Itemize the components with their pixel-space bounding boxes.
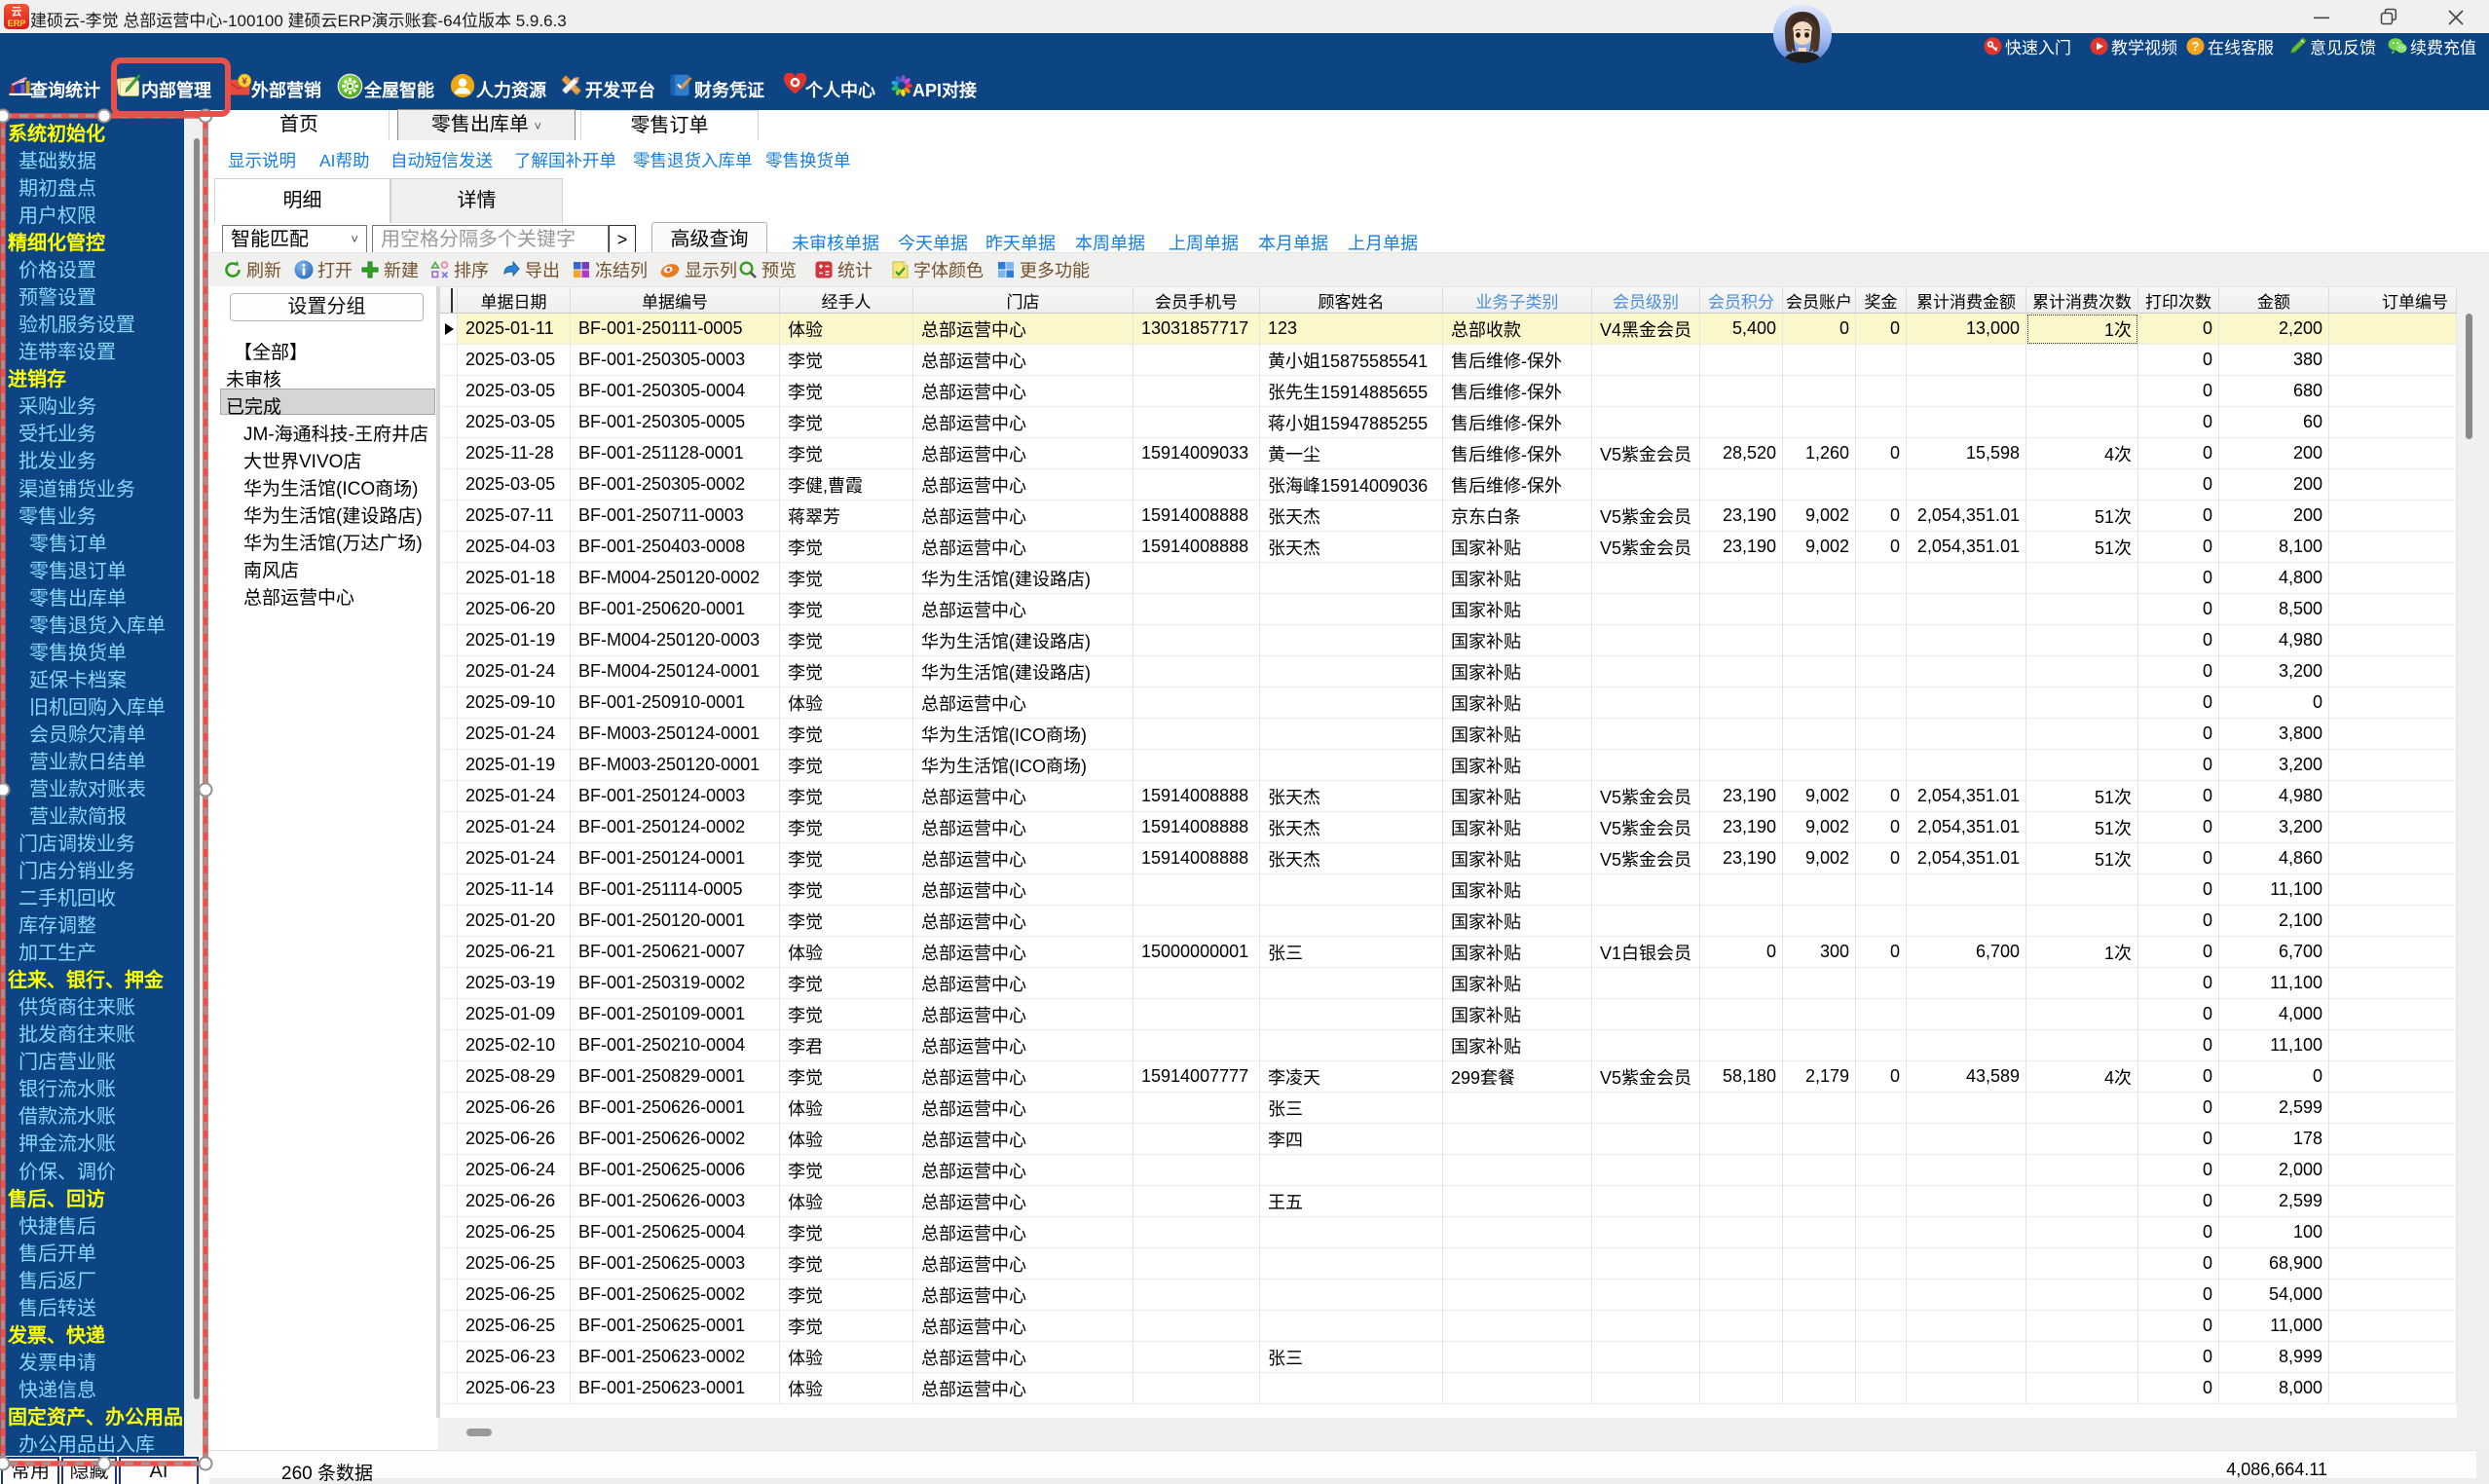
svg-text:?: ? xyxy=(2192,39,2200,54)
svg-text:¥: ¥ xyxy=(241,77,247,88)
svg-text:云: 云 xyxy=(12,7,22,19)
svg-text:ERP: ERP xyxy=(8,19,26,28)
